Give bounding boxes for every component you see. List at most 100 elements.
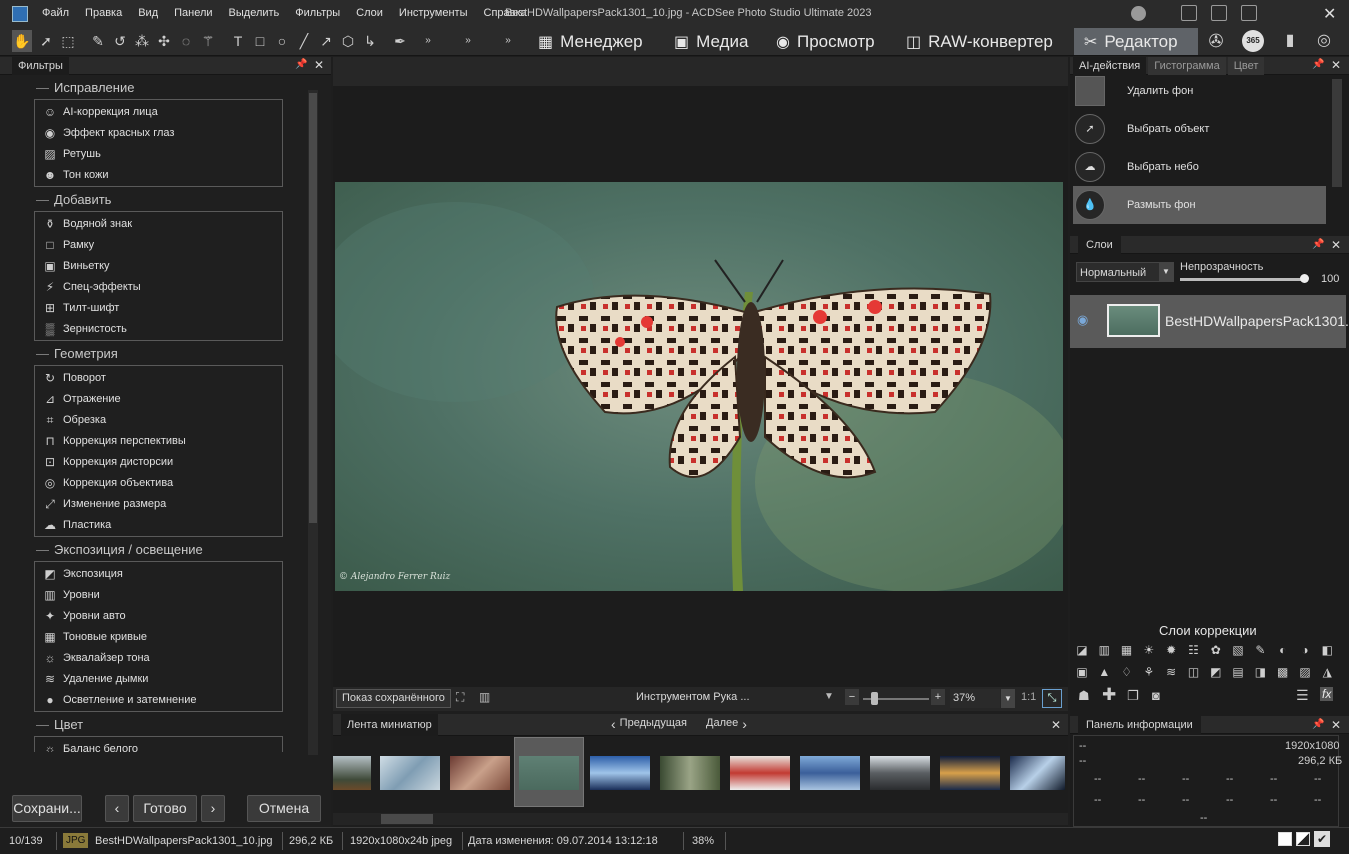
filter-item[interactable]: □ Рамку (35, 234, 282, 255)
correction-layer-icon[interactable]: ▩ (1275, 664, 1291, 680)
correction-layer-icon[interactable]: ✹ (1163, 642, 1179, 658)
mode-raw[interactable]: ◫ RAW-конвертер (896, 28, 1063, 55)
thumb-9[interactable] (870, 756, 930, 790)
ai-select-subject[interactable]: ➚ Выбрать объект (1075, 111, 1327, 147)
filter-group-title[interactable]: Экспозиция / освещение (36, 541, 292, 559)
more-modes-icon[interactable]: » (498, 30, 518, 52)
thumb-2[interactable] (380, 756, 440, 790)
correction-layer-icon[interactable]: ◮ (1319, 664, 1335, 680)
eyedropper-icon[interactable]: ✒ (390, 30, 410, 52)
save-button[interactable]: Сохрани... (12, 795, 82, 822)
filter-group-title[interactable]: Геометрия (36, 345, 292, 363)
more-tools-icon[interactable]: » (418, 30, 438, 52)
correction-layer-icon[interactable]: ◫ (1186, 664, 1202, 680)
next-button[interactable]: › (201, 795, 225, 822)
account-icon[interactable] (1131, 6, 1146, 21)
curve-tool-icon[interactable]: ↳ (360, 30, 380, 52)
filter-item[interactable]: ✦ Уровни авто (35, 605, 282, 626)
close-panel-icon[interactable]: ✕ (314, 58, 324, 72)
close-ai-icon[interactable]: ✕ (1331, 58, 1341, 72)
minimize-button[interactable] (1211, 5, 1227, 21)
maximize-button[interactable] (1241, 5, 1257, 21)
wifi-eye-icon[interactable]: ◎ (1314, 30, 1334, 52)
thumb-5[interactable] (590, 756, 650, 790)
prev-button[interactable]: ‹ (105, 795, 129, 822)
bg-split-icon[interactable] (1296, 832, 1310, 846)
filter-item[interactable]: ◎ Коррекция объектива (35, 472, 282, 493)
close-layers-icon[interactable]: ✕ (1331, 238, 1341, 252)
menu-item-3[interactable]: Панели (166, 0, 220, 27)
freehand-lasso-icon[interactable]: ◌ (176, 30, 196, 52)
correction-layer-icon[interactable]: ◐ (1275, 642, 1291, 658)
tab-filters[interactable]: Фильтры (12, 56, 69, 75)
tab-info[interactable]: Панель информации (1078, 715, 1201, 734)
filter-item[interactable]: ≋ Удаление дымки (35, 668, 282, 689)
checkmark-icon[interactable]: ✔ (1314, 831, 1330, 847)
zoom-in-button[interactable]: + (931, 689, 945, 705)
menu-item-6[interactable]: Слои (348, 0, 391, 27)
add-layer-icon[interactable]: ✚ (1102, 685, 1116, 705)
thumb-7[interactable] (730, 756, 790, 790)
filter-item[interactable]: ▨ Ретушь (35, 143, 282, 164)
filter-item[interactable]: ⊓ Коррекция перспективы (35, 430, 282, 451)
tab-filmstrip[interactable]: Лента миниатюр (341, 713, 438, 736)
correction-layer-icon[interactable]: ◑ (1297, 642, 1313, 658)
ai-blur-background[interactable]: 💧 Размыть фон (1075, 187, 1327, 223)
correction-layer-icon[interactable]: ◨ (1252, 664, 1268, 680)
ellipse-tool-icon[interactable]: ○ (272, 30, 292, 52)
filter-group-title[interactable]: Исправление (36, 79, 292, 97)
tab-ai-actions[interactable]: AI-действия (1073, 56, 1147, 75)
correction-layer-icon[interactable]: ◪ (1074, 642, 1090, 658)
acdsee-365-icon[interactable]: 365 (1242, 30, 1264, 52)
filmstrip-scrollbar-thumb[interactable] (381, 814, 433, 824)
zoom-dropdown-icon[interactable]: ▼ (824, 691, 834, 702)
fit-screen-icon[interactable]: ⛶ (456, 690, 464, 705)
zoom-select-arrow-icon[interactable]: ▼ (1001, 689, 1015, 708)
menu-item-1[interactable]: Правка (77, 0, 130, 27)
filter-item[interactable]: ▣ Виньетку (35, 255, 282, 276)
magic-wand-icon[interactable]: ⚚ (198, 30, 218, 52)
pin-ai-icon[interactable]: 📌 (1312, 59, 1324, 70)
thumb-10[interactable] (940, 756, 1000, 790)
opacity-slider[interactable] (1180, 278, 1308, 281)
zoom-value[interactable]: 37% (950, 689, 1000, 708)
filter-item[interactable]: ⚱ Водяной знак (35, 213, 282, 234)
text-tool-icon[interactable]: T (228, 30, 248, 52)
tab-color[interactable]: Цвет (1227, 56, 1265, 75)
thumb-8[interactable] (800, 756, 860, 790)
zoom-out-button[interactable]: − (845, 689, 859, 705)
pin-info-icon[interactable]: 📌 (1312, 719, 1324, 730)
transform-tool-icon[interactable]: ⁂ (132, 30, 152, 52)
tab-histogram[interactable]: Гистограмма (1148, 56, 1226, 75)
correction-layer-icon[interactable]: ✎ (1252, 642, 1268, 658)
done-button[interactable]: Готово (133, 795, 197, 822)
mode-view[interactable]: ◉ Просмотр (766, 28, 885, 55)
film-reel-icon[interactable]: ✇ (1206, 30, 1226, 52)
correction-layer-icon[interactable]: ▨ (1297, 664, 1313, 680)
next-image-link[interactable]: Далее › (706, 717, 747, 731)
thumb-1[interactable] (333, 756, 371, 790)
magic-select-icon[interactable]: ✣ (154, 30, 174, 52)
photo[interactable]: © Alejandro Ferrer Ruiz (315, 182, 1075, 592)
mode-editor[interactable]: ✂ Редактор (1074, 28, 1198, 55)
layer-menu-icon[interactable]: ☰ (1296, 687, 1309, 704)
hand-tool-icon[interactable]: ✋ (12, 30, 32, 52)
fx-icon[interactable]: fx (1320, 687, 1334, 701)
line-tool-icon[interactable]: ╱ (294, 30, 314, 52)
filmstrip-scrollbar[interactable] (333, 813, 1068, 825)
close-filmstrip-icon[interactable]: ✕ (1051, 718, 1061, 732)
layer-link-icon[interactable]: ☗ (1078, 688, 1090, 704)
filter-group-title[interactable]: Добавить (36, 191, 292, 209)
layer-visibility-icon[interactable]: ◉ (1077, 312, 1088, 328)
correction-layer-icon[interactable]: ▧ (1230, 642, 1246, 658)
filter-item[interactable]: ☼ Эквалайзер тона (35, 647, 282, 668)
opacity-slider-thumb[interactable] (1300, 274, 1309, 283)
select-tool-icon[interactable]: ➚ (36, 30, 56, 52)
ai-select-sky[interactable]: ☁ Выбрать небо (1075, 149, 1327, 185)
menu-item-0[interactable]: Файл (34, 0, 77, 27)
correction-layer-icon[interactable]: ▲ (1096, 664, 1112, 680)
thumb-4-selected[interactable] (519, 756, 579, 790)
filter-item[interactable]: ◉ Эффект красных глаз (35, 122, 282, 143)
filter-item[interactable]: ⚡ Спец-эффекты (35, 276, 282, 297)
filter-item[interactable]: ▦ Тоновые кривые (35, 626, 282, 647)
